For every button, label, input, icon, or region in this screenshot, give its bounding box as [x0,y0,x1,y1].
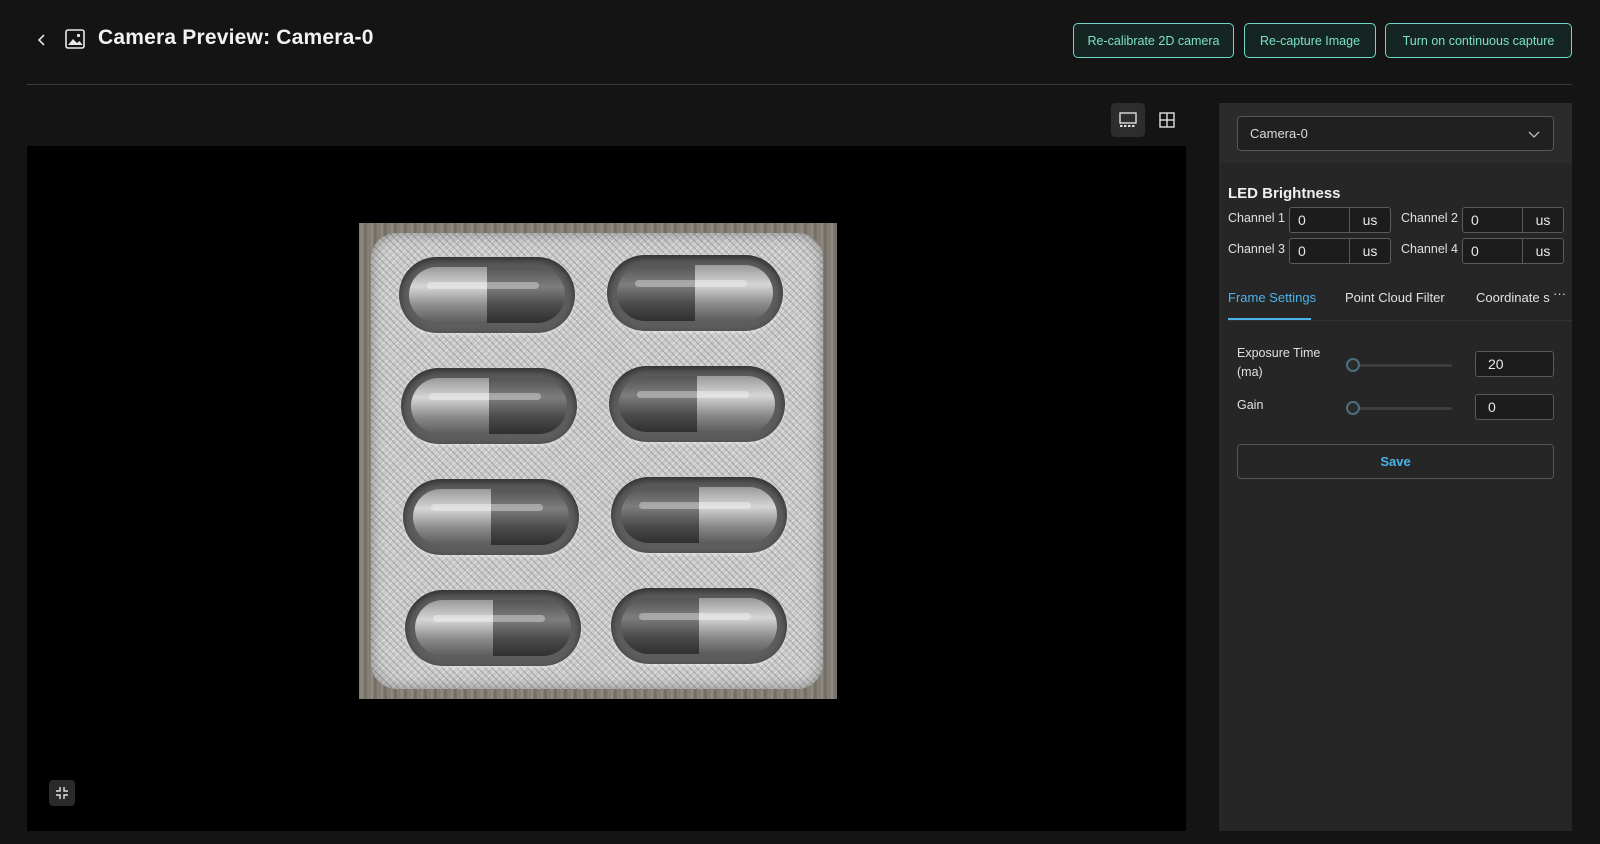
channel-4-input[interactable]: 0 us [1462,238,1564,264]
tab-coordinate-system[interactable]: Coordinate s [1476,290,1550,305]
save-button[interactable]: Save [1237,444,1554,479]
channel-3-input[interactable]: 0 us [1289,238,1391,264]
channel-2-label: Channel 2 [1401,211,1458,225]
exposure-time-slider-thumb[interactable] [1346,358,1360,372]
page-title: Camera Preview: Camera-0 [98,26,374,49]
camera-image-viewer[interactable] [27,146,1186,831]
channel-4-unit: us [1535,243,1551,259]
header-divider [27,84,1572,85]
back-button[interactable] [30,28,54,52]
single-view-toggle[interactable] [1111,103,1145,137]
grid-view-icon [1159,112,1175,128]
exposure-time-input[interactable]: 20 [1475,351,1554,377]
led-brightness-title: LED Brightness [1228,185,1341,202]
gain-input[interactable]: 0 [1475,394,1554,420]
chevron-down-icon [1528,131,1540,138]
collapse-icon [56,787,68,799]
camera-select[interactable]: Camera-0 [1237,116,1554,151]
fit-view-button[interactable] [49,780,75,806]
active-tab-indicator [1228,318,1311,320]
tab-point-cloud-filter[interactable]: Point Cloud Filter [1345,290,1445,305]
channel-1-unit: us [1362,212,1378,228]
chevron-left-icon [37,34,45,46]
channel-3-label: Channel 3 [1228,242,1285,256]
channel-3-value[interactable]: 0 [1290,239,1350,263]
channel-1-input[interactable]: 0 us [1289,207,1391,233]
tabs-overflow-icon[interactable]: ··· [1553,286,1566,301]
grid-view-toggle[interactable] [1150,103,1184,137]
recalibrate-2d-camera-button[interactable]: Re-calibrate 2D camera [1073,23,1234,58]
gain-label: Gain [1237,398,1264,412]
exposure-time-label: Exposure Time (ma) [1237,346,1321,379]
recapture-image-button[interactable]: Re-capture Image [1244,23,1376,58]
page-header: Camera Preview: Camera-0 Re-calibrate 2D… [0,0,1600,84]
channel-3-unit: us [1362,243,1378,259]
camera-select-section: Camera-0 [1219,103,1572,163]
channel-1-value[interactable]: 0 [1290,208,1350,232]
tab-frame-settings[interactable]: Frame Settings [1228,290,1316,305]
image-icon [64,28,86,50]
gain-slider-thumb[interactable] [1346,401,1360,415]
channel-2-unit: us [1535,212,1551,228]
channel-1-label: Channel 1 [1228,211,1285,225]
camera-select-value: Camera-0 [1250,126,1308,141]
channel-2-input[interactable]: 0 us [1462,207,1564,233]
settings-tabs: Frame Settings Point Cloud Filter Coordi… [1228,286,1572,321]
camera-image [359,223,837,699]
single-view-icon [1119,112,1137,127]
continuous-capture-button[interactable]: Turn on continuous capture [1385,23,1572,58]
channel-4-value[interactable]: 0 [1463,239,1523,263]
exposure-time-slider[interactable] [1346,358,1452,372]
gain-slider[interactable] [1346,401,1452,415]
settings-panel: Camera-0 LED Brightness Channel 1 0 us C… [1219,103,1572,831]
channel-2-value[interactable]: 0 [1463,208,1523,232]
channel-4-label: Channel 4 [1401,242,1458,256]
